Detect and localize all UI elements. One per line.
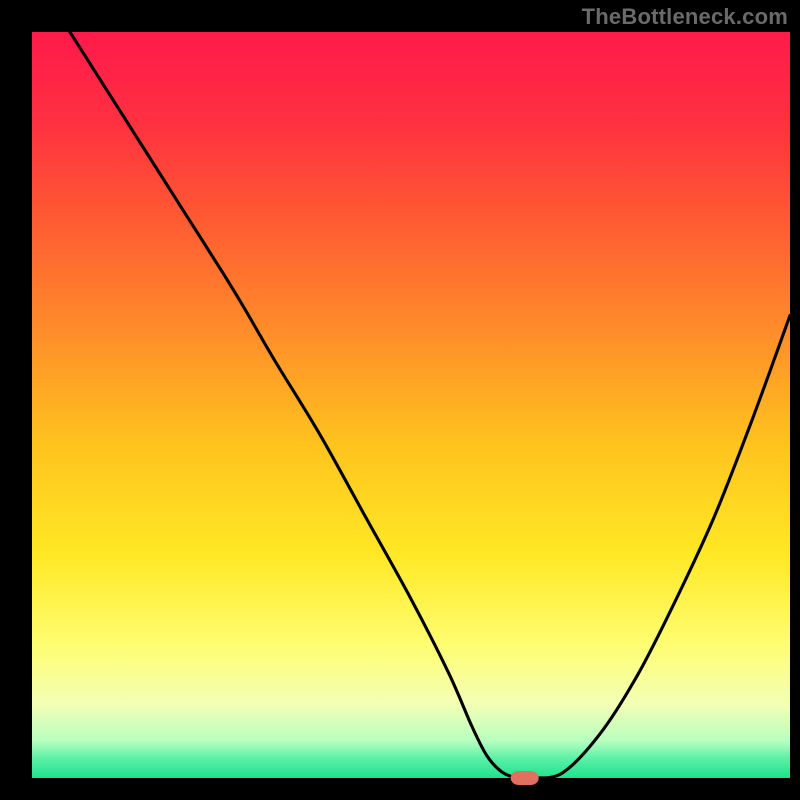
bottleneck-chart [0, 0, 800, 800]
plot-area [32, 32, 790, 778]
optimal-marker [511, 771, 539, 785]
watermark-text: TheBottleneck.com [582, 4, 788, 30]
